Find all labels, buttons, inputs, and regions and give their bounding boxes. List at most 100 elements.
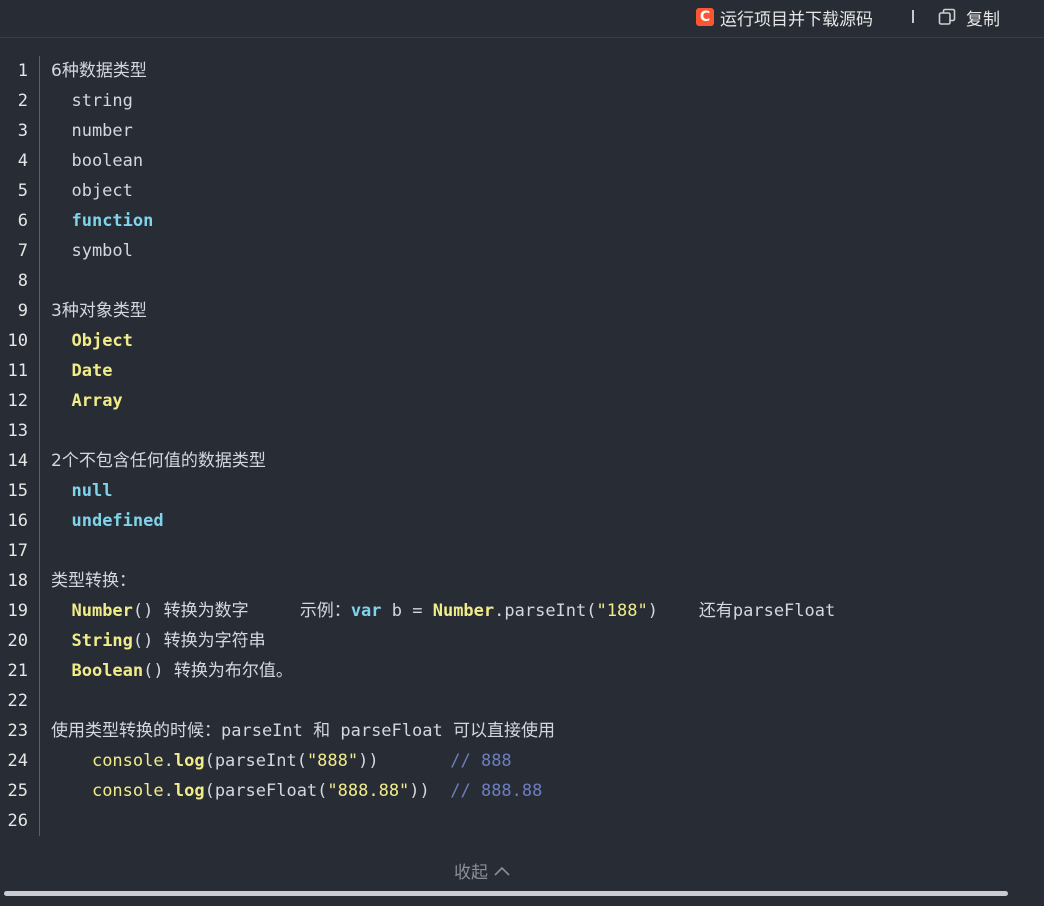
code-token: console [91, 751, 164, 771]
line-number: 26 [7, 811, 28, 831]
code-token: Boolean [71, 661, 144, 681]
collapse-label: 收起 [454, 863, 488, 883]
toolbar-divider [912, 10, 914, 23]
line-content: 3种对象类型 [51, 296, 147, 326]
csdn-logo-icon: C [696, 8, 714, 26]
run-project-button[interactable]: C 运行项目并下载源码 [696, 6, 873, 30]
collapse-button[interactable]: 收起 [454, 858, 510, 883]
line-number: 22 [7, 691, 28, 711]
line-content: function [51, 206, 153, 236]
code-line: 19 Number() 转换为数字 示例：var b = Number.pars… [0, 596, 1044, 626]
code-token: number [51, 121, 133, 141]
code-token: symbol [51, 241, 133, 261]
line-number: 20 [7, 631, 28, 651]
code-token: () [132, 631, 164, 651]
code-token: String [71, 631, 133, 651]
code-token: (parseInt( [204, 751, 307, 771]
horizontal-scrollbar[interactable] [4, 891, 1008, 896]
line-number: 9 [17, 301, 28, 321]
code-token: )) [358, 751, 451, 771]
line-number: 6 [17, 211, 28, 231]
chevron-up-icon [494, 866, 510, 876]
line-content: string [51, 86, 133, 116]
code-token: () [132, 601, 164, 621]
code-line: 4 boolean [0, 146, 1044, 176]
code-token: 示例： [299, 601, 351, 621]
code-token: Number [71, 601, 133, 621]
code-token: string [51, 91, 133, 111]
code-token: // 888.88 [450, 781, 543, 801]
code-line: 14 2个不包含任何值的数据类型 [0, 446, 1044, 476]
code-token: 6种数据类型 [51, 61, 147, 81]
line-content: Object [51, 326, 133, 356]
line-number: 13 [7, 421, 28, 441]
code-token: Number [432, 601, 495, 621]
line-content: undefined [51, 506, 164, 536]
code-token: function [71, 211, 154, 231]
code-token: 和 [313, 721, 331, 741]
line-content: String() 转换为字符串 [51, 626, 266, 656]
line-content: 类型转换： [51, 566, 136, 596]
code-token: (parseFloat( [204, 781, 328, 801]
code-token: parseInt [221, 721, 314, 741]
code-line: 6 function [0, 206, 1044, 236]
copy-label: 复制 [966, 9, 1000, 30]
code-token: parseFloat [732, 601, 836, 621]
code-token: var [350, 601, 382, 621]
code-token: 转换为字符串 [163, 631, 266, 651]
code-line: 10 Object [0, 326, 1044, 356]
line-content: 2个不包含任何值的数据类型 [51, 446, 266, 476]
code-line: 22 [0, 686, 1044, 716]
line-content: Date [51, 356, 112, 386]
code-token: Date [71, 361, 113, 381]
line-number: 8 [17, 271, 28, 291]
code-line: 15 null [0, 476, 1044, 506]
code-token: boolean [51, 151, 144, 171]
code-block: 1 6种数据类型 2 string 3 number 4 boolean 5 object… [0, 56, 1044, 836]
line-content: symbol [51, 236, 133, 266]
line-number: 2 [17, 91, 28, 111]
code-toolbar: C 运行项目并下载源码 复制 [0, 0, 1044, 38]
code-line: 16 undefined [0, 506, 1044, 536]
code-token: 2个不包含任何值的数据类型 [51, 451, 266, 471]
code-token: Object [71, 331, 133, 351]
code-line: 8 [0, 266, 1044, 296]
code-token: 类型转换： [51, 571, 136, 591]
line-content: console.log(parseInt("888")) // 888 [51, 746, 512, 776]
line-content: 使用类型转换的时候：parseInt 和 parseFloat 可以直接使用 [51, 716, 555, 746]
code-token: "888" [306, 751, 359, 771]
code-token: undefined [71, 511, 164, 531]
line-number: 18 [7, 571, 28, 591]
line-number: 14 [7, 451, 28, 471]
copy-button[interactable]: 复制 [938, 6, 1000, 30]
line-number: 17 [7, 541, 28, 561]
code-token: "188" [596, 601, 648, 621]
code-line: 20 String() 转换为字符串 [0, 626, 1044, 656]
line-content: Boolean() 转换为布尔值。 [51, 656, 292, 686]
line-content: null [51, 476, 112, 506]
code-line: 23 使用类型转换的时候：parseInt 和 parseFloat 可以直接使用 [0, 716, 1044, 746]
code-line: 26 [0, 806, 1044, 836]
code-line: 2 string [0, 86, 1044, 116]
code-token: 还有 [698, 601, 733, 621]
code-token: log [173, 781, 205, 801]
code-token: b = [381, 601, 433, 621]
code-token: 可以直接使用 [452, 721, 555, 741]
code-line: 9 3种对象类型 [0, 296, 1044, 326]
code-token: () [143, 661, 174, 681]
line-number: 1 [17, 61, 28, 81]
line-number: 4 [17, 151, 28, 171]
code-line: 17 [0, 536, 1044, 566]
code-line: 1 6种数据类型 [0, 56, 1044, 86]
